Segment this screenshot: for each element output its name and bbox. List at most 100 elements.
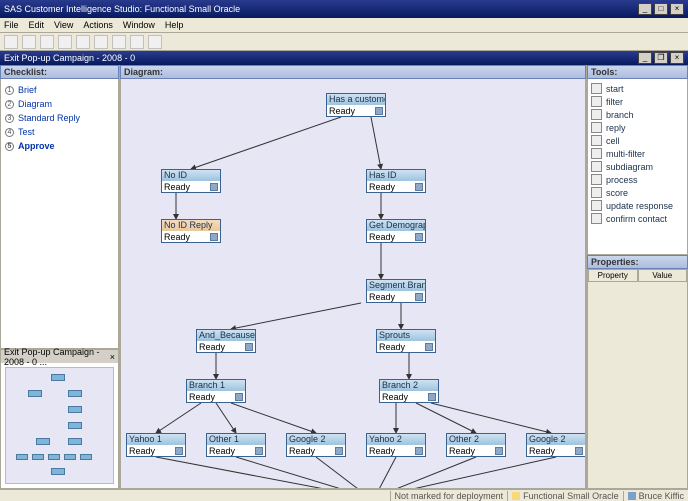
node-has-id[interactable]: Has IDReady xyxy=(366,169,426,193)
menu-edit[interactable]: Edit xyxy=(29,20,45,30)
tool-subdiagram[interactable]: subdiagram xyxy=(591,160,684,173)
props-col-value[interactable]: Value xyxy=(638,269,688,282)
tool-confirm-contact[interactable]: confirm contact xyxy=(591,212,684,225)
checklist-label: Diagram xyxy=(18,99,52,109)
checklist-item-diagram[interactable]: 2 Diagram xyxy=(5,97,114,111)
tool-cell[interactable]: cell xyxy=(591,134,684,147)
doc-minimize-button[interactable]: _ xyxy=(638,52,652,64)
tool-refresh-icon[interactable] xyxy=(40,35,54,49)
tool-multi-filter[interactable]: multi-filter xyxy=(591,147,684,160)
tool-label: filter xyxy=(606,97,623,107)
tool-score[interactable]: score xyxy=(591,186,684,199)
diagram-canvas[interactable]: Has a customer ID ?Ready No IDReady Has … xyxy=(120,79,586,489)
checklist-header: Checklist: xyxy=(0,65,119,79)
tools-body: start filter branch reply cell multi-fil… xyxy=(587,79,688,255)
node-no-id-reply[interactable]: No ID ReplyReady xyxy=(161,219,221,243)
update-response-icon xyxy=(591,200,602,211)
node-title: Sprouts xyxy=(377,330,435,341)
node-status: Ready xyxy=(164,182,190,192)
node-yahoo-1[interactable]: Yahoo 1Ready xyxy=(126,433,186,457)
diagram-header: Diagram: xyxy=(120,65,586,79)
toolbar xyxy=(0,33,688,51)
node-sprouts[interactable]: SproutsReady xyxy=(376,329,436,353)
tool-info-icon[interactable] xyxy=(148,35,162,49)
checklist-item-test[interactable]: 4 Test xyxy=(5,125,114,139)
node-has-customer-id[interactable]: Has a customer ID ?Ready xyxy=(326,93,386,117)
tool-update-response[interactable]: update response xyxy=(591,199,684,212)
tool-stop-icon[interactable] xyxy=(130,35,144,49)
node-branch-1[interactable]: Branch 1Ready xyxy=(186,379,246,403)
node-segment-branch[interactable]: Segment BranchReady xyxy=(366,279,426,303)
node-other-1[interactable]: Other 1Ready xyxy=(206,433,266,457)
properties-empty xyxy=(588,282,687,488)
node-title: Google 2 xyxy=(287,434,345,445)
props-col-property[interactable]: Property xyxy=(588,269,638,282)
tool-label: reply xyxy=(606,123,626,133)
tool-open-icon[interactable] xyxy=(4,35,18,49)
maximize-button[interactable]: □ xyxy=(654,3,668,15)
node-and-because[interactable]: And_BecauseReady xyxy=(196,329,256,353)
filter-icon xyxy=(591,96,602,107)
node-google-2b[interactable]: Google 2Ready xyxy=(526,433,586,457)
doc-restore-button[interactable]: ❐ xyxy=(654,52,668,64)
menu-view[interactable]: View xyxy=(54,20,73,30)
process-icon xyxy=(415,233,423,241)
tool-filter[interactable]: filter xyxy=(591,95,684,108)
tool-process[interactable]: process xyxy=(591,173,684,186)
node-yahoo-2[interactable]: Yahoo 2Ready xyxy=(366,433,426,457)
checklist-item-approve[interactable]: 5Approve xyxy=(5,139,114,153)
node-title: Yahoo 2 xyxy=(367,434,425,445)
tool-print-icon[interactable] xyxy=(94,35,108,49)
node-branch-2[interactable]: Branch 2Ready xyxy=(379,379,439,403)
menubar: File Edit View Actions Window Help xyxy=(0,18,688,33)
start-icon xyxy=(591,83,602,94)
node-title: Other 1 xyxy=(207,434,265,445)
close-button[interactable]: × xyxy=(670,3,684,15)
tool-run-icon[interactable] xyxy=(112,35,126,49)
menu-window[interactable]: Window xyxy=(123,20,155,30)
step-icon: 2 xyxy=(5,100,14,109)
overview-header: Exit Pop-up Campaign - 2008 - 0 ... × xyxy=(1,350,118,363)
node-title: Google 2 xyxy=(527,434,585,445)
tool-undo-icon[interactable] xyxy=(58,35,72,49)
status-env-text: Functional Small Oracle xyxy=(523,491,619,501)
cell-icon xyxy=(245,343,253,351)
node-get-demographics[interactable]: Get DemographicsReady xyxy=(366,219,426,243)
branch-icon xyxy=(235,393,243,401)
node-status: Ready xyxy=(369,232,395,242)
overview-close-icon[interactable]: × xyxy=(110,352,115,362)
menu-file[interactable]: File xyxy=(4,20,19,30)
minimize-button[interactable]: _ xyxy=(638,3,652,15)
tool-redo-icon[interactable] xyxy=(76,35,90,49)
reply-icon xyxy=(210,233,218,241)
overview-canvas[interactable] xyxy=(5,367,114,484)
node-status: Ready xyxy=(529,446,555,456)
checklist-body: 1Brief 2 Diagram 3Standard Reply 4 Test 5A… xyxy=(0,79,119,349)
node-google-2a[interactable]: Google 2Ready xyxy=(286,433,346,457)
node-other-2[interactable]: Other 2Ready xyxy=(446,433,506,457)
node-no-id[interactable]: No IDReady xyxy=(161,169,221,193)
tool-label: process xyxy=(606,175,638,185)
tool-save-icon[interactable] xyxy=(22,35,36,49)
menu-help[interactable]: Help xyxy=(165,20,184,30)
checklist-label: Test xyxy=(18,127,35,137)
tool-reply[interactable]: reply xyxy=(591,121,684,134)
node-title: Yahoo 1 xyxy=(127,434,185,445)
checklist-item-brief[interactable]: 1Brief xyxy=(5,83,114,97)
step-icon: 4 xyxy=(5,128,14,137)
node-status: Ready xyxy=(449,446,475,456)
node-title: Branch 2 xyxy=(380,380,438,391)
tool-start[interactable]: start xyxy=(591,82,684,95)
node-title: Has a customer ID ? xyxy=(327,94,385,105)
cell-icon xyxy=(175,447,183,455)
doc-close-button[interactable]: × xyxy=(670,52,684,64)
tool-branch[interactable]: branch xyxy=(591,108,684,121)
checklist-label: Standard Reply xyxy=(18,113,80,123)
checklist-item-standard-reply[interactable]: 3Standard Reply xyxy=(5,111,114,125)
tool-label: start xyxy=(606,84,624,94)
menu-actions[interactable]: Actions xyxy=(83,20,113,30)
tool-label: confirm contact xyxy=(606,214,667,224)
node-status: Ready xyxy=(189,392,215,402)
overview-panel: Exit Pop-up Campaign - 2008 - 0 ... × xyxy=(0,349,119,489)
checklist-label: Approve xyxy=(18,141,55,151)
